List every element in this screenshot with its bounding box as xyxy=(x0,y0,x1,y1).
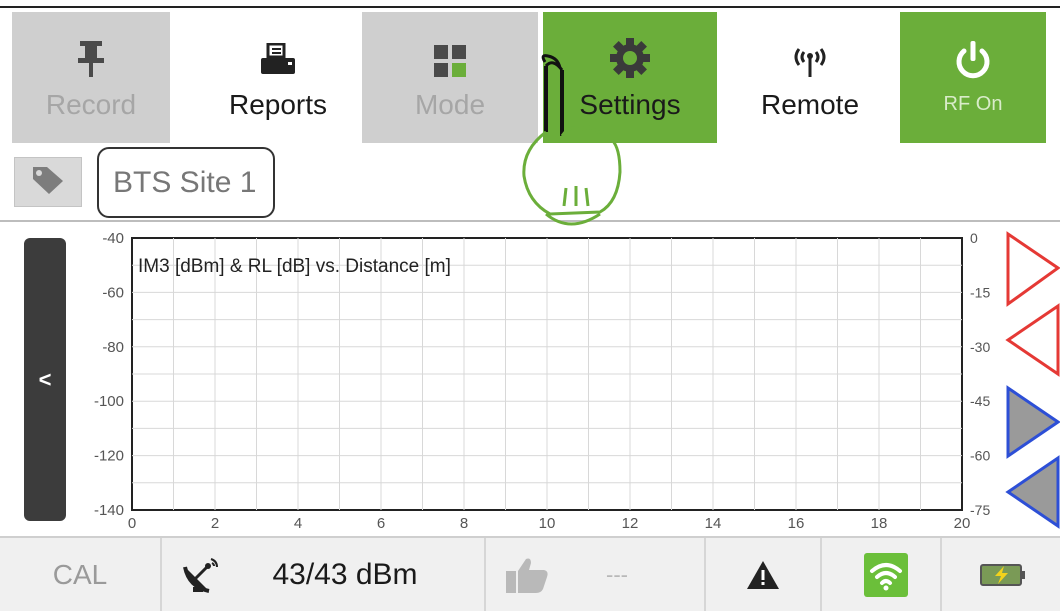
marker-triangle-left-icon[interactable] xyxy=(1005,303,1060,377)
y-left-tick-label: -60 xyxy=(102,284,124,301)
thumbs-up-icon xyxy=(492,538,562,611)
status-divider xyxy=(940,538,942,611)
warning-icon[interactable] xyxy=(706,538,820,611)
x-tick-label: 16 xyxy=(788,515,805,532)
mode-label: Mode xyxy=(414,88,486,120)
reports-button[interactable]: Reports xyxy=(188,12,368,143)
settings-label: Settings xyxy=(579,88,681,120)
pim-result: --- xyxy=(606,561,628,587)
x-tick-label: 2 xyxy=(211,515,219,532)
reports-label: Reports xyxy=(228,88,328,120)
status-divider xyxy=(160,538,162,611)
status-bar: CAL 43/43 dBm --- xyxy=(0,536,1060,611)
y-left-tick-label: -80 xyxy=(102,339,124,356)
y-left-tick-label: -120 xyxy=(94,448,124,465)
site-tag-row: BTS Site 1 xyxy=(0,145,1060,222)
y-right-tick-label: -75 xyxy=(970,502,990,518)
marker-triangle-left-icon[interactable] xyxy=(1005,455,1060,529)
y-right-tick-label: 0 xyxy=(970,230,978,246)
status-divider xyxy=(820,538,822,611)
x-tick-label: 10 xyxy=(539,515,556,532)
gear-icon xyxy=(609,35,651,79)
settings-button[interactable]: Settings xyxy=(543,12,717,143)
marker-triangle-right-icon[interactable] xyxy=(1006,231,1060,307)
satellite-dish-icon xyxy=(176,538,226,611)
x-tick-label: 12 xyxy=(622,515,639,532)
x-tick-label: 14 xyxy=(705,515,722,532)
x-tick-label: 6 xyxy=(377,515,385,532)
pin-icon xyxy=(76,35,106,79)
power-readout: 43/43 dBm xyxy=(272,557,418,591)
y-left-tick-label: -140 xyxy=(94,502,124,519)
tag-icon xyxy=(31,165,65,200)
chart: 0 2 4 6 8 10 12 14 16 18 20-40-60-80-100-120-1400-… xyxy=(94,230,990,532)
printer-icon xyxy=(258,35,298,79)
record-button[interactable]: Record xyxy=(12,12,170,143)
rf-on-button[interactable]: RF On xyxy=(900,12,1046,143)
antenna-icon xyxy=(788,35,832,79)
wifi-icon[interactable] xyxy=(860,538,912,611)
remote-button[interactable]: Remote xyxy=(722,12,898,143)
rf-on-label: RF On xyxy=(943,93,1003,115)
x-tick-label: 0 xyxy=(128,515,136,532)
marker-controls xyxy=(1005,231,1060,529)
x-tick-label: 20 xyxy=(954,515,971,532)
x-tick-label: 4 xyxy=(294,515,302,532)
x-tick-label: 18 xyxy=(871,515,888,532)
y-right-tick-label: -45 xyxy=(970,393,990,409)
tag-button[interactable] xyxy=(14,157,82,207)
record-label: Record xyxy=(45,88,137,120)
mode-button[interactable]: Mode xyxy=(362,12,538,143)
remote-label: Remote xyxy=(760,88,860,120)
y-right-tick-label: -30 xyxy=(970,339,990,355)
top-divider xyxy=(0,0,1060,8)
y-right-tick-label: -60 xyxy=(970,448,990,464)
site-name-field[interactable]: BTS Site 1 xyxy=(97,147,275,218)
chart-title: IM3 [dBm] & RL [dB] vs. Distance [m] xyxy=(138,256,451,277)
marker-triangle-right-icon[interactable] xyxy=(1006,385,1060,459)
y-right-tick-label: -15 xyxy=(970,284,990,300)
status-divider xyxy=(484,538,486,611)
cal-button[interactable]: CAL xyxy=(0,538,160,611)
battery-charging-icon xyxy=(970,538,1036,611)
y-left-tick-label: -100 xyxy=(94,393,124,410)
power-icon xyxy=(952,39,994,83)
grid-icon xyxy=(432,35,468,79)
toolbar: Record Reports Mode Settings Remote RF O… xyxy=(0,0,1060,145)
x-tick-label: 8 xyxy=(460,515,468,532)
y-left-tick-label: -40 xyxy=(102,230,124,247)
